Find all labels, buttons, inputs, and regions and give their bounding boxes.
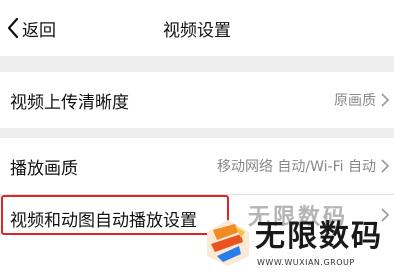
row-label: 视频上传清晰度 [10, 92, 129, 113]
page-title: 视频设置 [163, 21, 231, 41]
nav-bar: 返回 视频设置 [0, 0, 394, 56]
row-value: 移动网络 自动/Wi-Fi 自动 [216, 159, 376, 175]
watermark-subtitle: WWW.WUXIAN.GROUP [257, 258, 355, 267]
chevron-right-icon [381, 93, 390, 107]
watermark-logo-icon [207, 220, 249, 266]
highlight-box [1, 195, 229, 235]
row-label: 播放画质 [10, 158, 78, 179]
row-playback-quality[interactable]: 播放画质 移动网络 自动/Wi-Fi 自动 [0, 138, 394, 194]
row-upload-quality[interactable]: 视频上传清晰度 原画质 [0, 72, 394, 128]
watermark-title: 无限数码 [255, 219, 383, 254]
chevron-right-icon [381, 159, 390, 173]
row-value: 原画质 [334, 93, 376, 109]
